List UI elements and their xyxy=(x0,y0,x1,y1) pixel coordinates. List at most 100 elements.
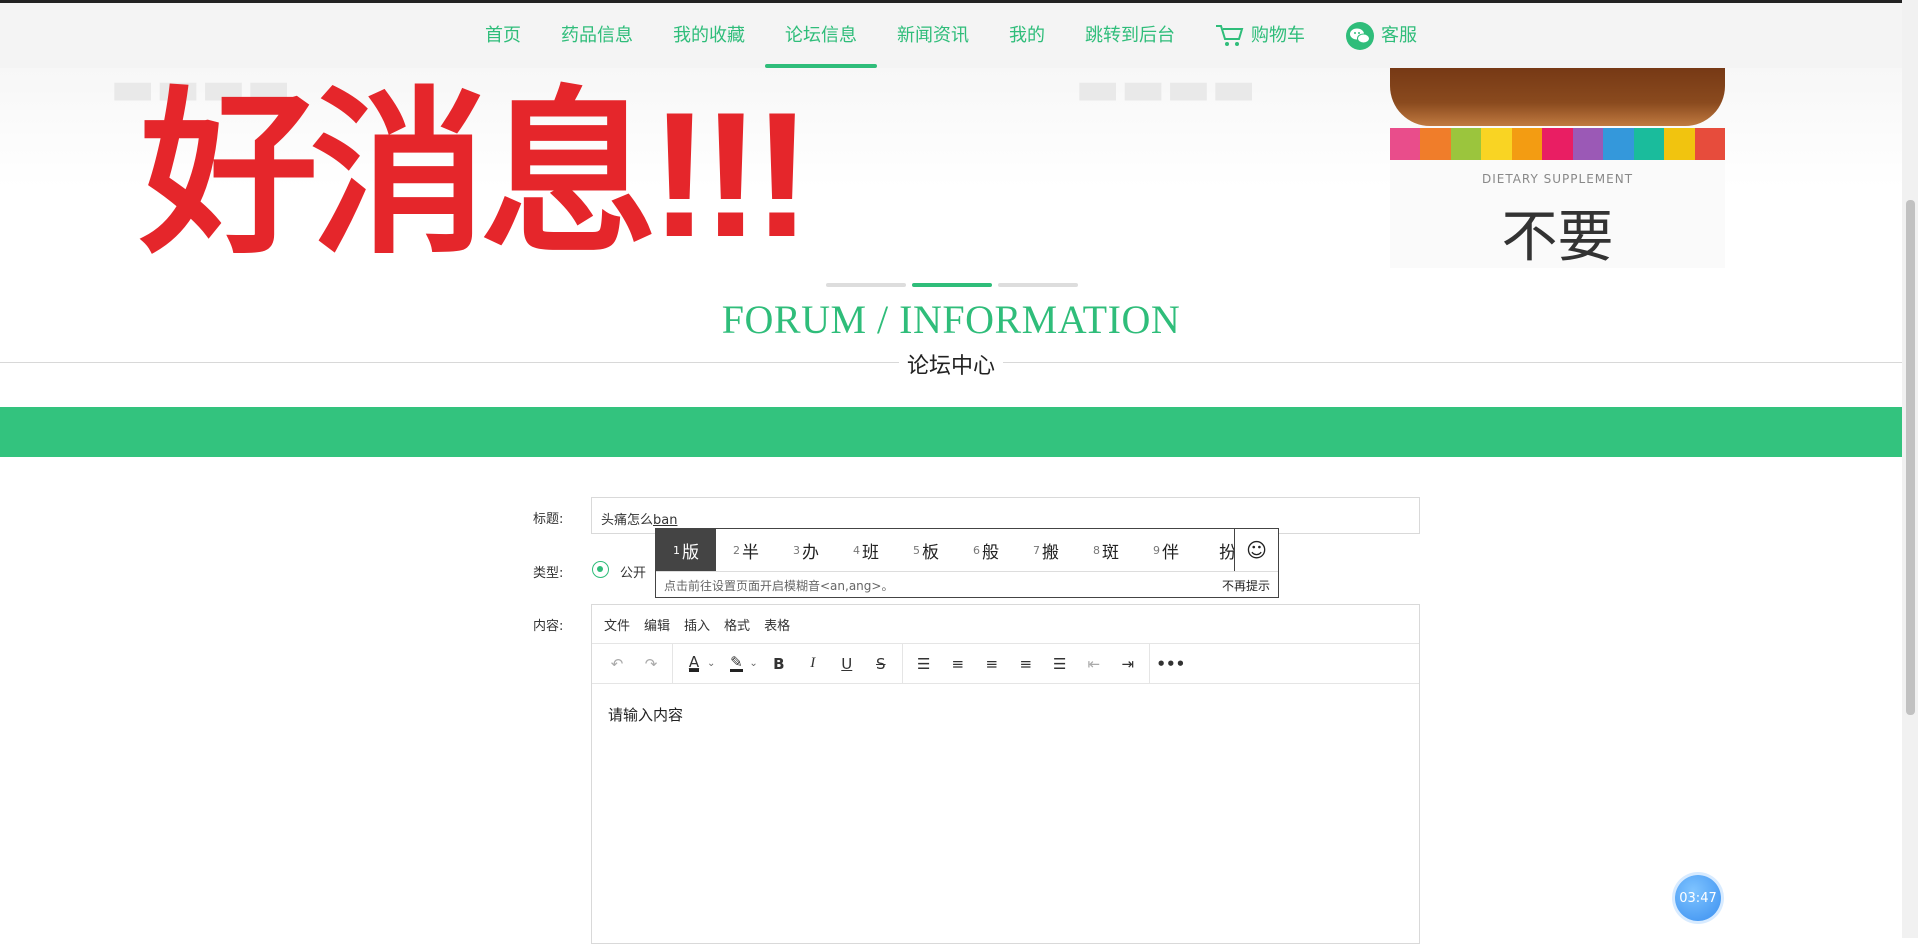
align-right-icon[interactable]: ≡ xyxy=(1009,649,1043,679)
ime-candidate[interactable]: 4班 xyxy=(836,529,896,571)
vertical-scrollbar[interactable] xyxy=(1902,0,1918,938)
nav-forum-info[interactable]: 论坛信息 xyxy=(765,3,877,68)
menu-format[interactable]: 格式 xyxy=(724,615,750,634)
toolbar-separator xyxy=(1148,644,1150,683)
italic-icon[interactable]: I xyxy=(796,649,830,679)
carousel-dot-active[interactable] xyxy=(912,283,992,287)
title-label: 标题: xyxy=(533,512,564,527)
bottle-stripe xyxy=(1390,128,1725,160)
banner-watermark: ▬▬▬▬ xyxy=(1075,68,1257,116)
bottle-text: 不要 xyxy=(1501,205,1614,268)
ime-hint-bar: 点击前往设置页面开启模糊音<an,ang>。 不再提示 xyxy=(656,572,1278,598)
ime-candidate[interactable]: 3办 xyxy=(776,529,836,571)
line-height-icon[interactable]: ☰ xyxy=(907,649,941,679)
ime-candidate[interactable]: 1版 xyxy=(656,529,716,571)
top-navigation-bar: 首页 药品信息 我的收藏 论坛信息 新闻资讯 我的 跳转到后台 购物车 客服 xyxy=(0,0,1902,68)
banner-headline: 好消息!!! xyxy=(140,75,812,269)
editor-menubar: 文件 编辑 插入 格式 表格 xyxy=(592,605,1419,644)
menu-edit[interactable]: 编辑 xyxy=(644,615,670,634)
ime-candidate-text: 般 xyxy=(982,542,999,563)
ime-hint-text[interactable]: 点击前往设置页面开启模糊音<an,ang>。 xyxy=(664,577,893,594)
toolbar-separator xyxy=(672,644,673,683)
ime-candidate-num: 2 xyxy=(733,543,740,557)
title-composing-text: ban xyxy=(653,513,678,528)
ime-candidate-num: 6 xyxy=(973,543,980,557)
ime-candidate-text: 班 xyxy=(862,542,879,563)
wechat-icon xyxy=(1346,21,1374,50)
content-label: 内容: xyxy=(533,619,564,634)
ime-candidate[interactable]: 扮 xyxy=(1196,529,1236,571)
align-justify-icon[interactable]: ☰ xyxy=(1043,649,1077,679)
ime-candidate-row: 1版 2半 3办 4班 5板 6般 7搬 8斑 9伴 扮 ☺ xyxy=(656,529,1278,572)
chevron-down-icon[interactable]: ⌄ xyxy=(707,658,715,669)
ime-candidate-num: 7 xyxy=(1033,543,1040,557)
strikethrough-icon[interactable]: S xyxy=(864,649,898,679)
ime-candidate-text: 半 xyxy=(742,542,759,563)
toolbar-separator xyxy=(901,644,903,683)
title-value: 头痛怎么 xyxy=(601,513,654,528)
main-nav: 首页 药品信息 我的收藏 论坛信息 新闻资讯 我的 跳转到后台 购物车 客服 xyxy=(0,3,1902,68)
section-title-cn: 论坛中心 xyxy=(898,354,1003,379)
nav-customer-service[interactable]: 客服 xyxy=(1325,3,1437,68)
ime-candidate-text: 板 xyxy=(922,542,939,563)
ime-candidate-text: 搬 xyxy=(1042,542,1059,563)
more-icon[interactable]: ••• xyxy=(1154,649,1188,679)
text-color-icon[interactable]: A xyxy=(677,649,711,679)
ime-candidate-num: 5 xyxy=(913,543,920,557)
type-option-label: 公开 xyxy=(620,566,647,581)
ime-candidate-popup: 1版 2半 3办 4班 5板 6般 7搬 8斑 9伴 扮 ☺ 点击前往设置页面开… xyxy=(655,528,1279,598)
nav-my-favorites[interactable]: 我的收藏 xyxy=(653,3,765,68)
ime-candidate[interactable]: 5板 xyxy=(896,529,956,571)
cart-icon xyxy=(1216,24,1244,46)
ime-candidate[interactable]: 2半 xyxy=(716,529,776,571)
cart-label: 购物车 xyxy=(1251,24,1305,46)
editor-toolbar: ↶ ↷ A ⌄ ✎ ⌄ B I U S ☰ ≡ ≡ ≡ ☰ ⇤ ⇥ ••• xyxy=(592,644,1419,684)
nav-mine[interactable]: 我的 xyxy=(989,3,1065,68)
ime-candidate-num: 1 xyxy=(673,543,680,557)
outdent-icon[interactable]: ⇤ xyxy=(1077,649,1111,679)
ime-candidate-num: 9 xyxy=(1153,543,1160,557)
promo-banner[interactable]: ▬▬▬▬ ▬▬▬▬ 好消息!!! DIETARY SUPPLEMENT 不要 xyxy=(0,68,1902,268)
nav-home[interactable]: 首页 xyxy=(465,3,541,68)
indent-icon[interactable]: ⇥ xyxy=(1111,649,1145,679)
ime-candidate[interactable]: 6般 xyxy=(956,529,1016,571)
ime-candidate-num: 4 xyxy=(853,543,860,557)
nav-drug-info[interactable]: 药品信息 xyxy=(541,3,653,68)
align-left-icon[interactable]: ≡ xyxy=(941,649,975,679)
menu-table[interactable]: 表格 xyxy=(764,615,790,634)
undo-icon[interactable]: ↶ xyxy=(600,649,634,679)
ime-candidate-text: 办 xyxy=(802,542,819,563)
nav-admin[interactable]: 跳转到后台 xyxy=(1065,3,1195,68)
ime-candidate-text: 伴 xyxy=(1162,542,1179,563)
nav-cart[interactable]: 购物车 xyxy=(1195,3,1325,68)
bottle-cap xyxy=(1390,68,1725,126)
ime-candidate[interactable]: 7搬 xyxy=(1016,529,1076,571)
highlight-color-icon[interactable]: ✎ xyxy=(719,649,753,679)
bold-icon[interactable]: B xyxy=(762,649,796,679)
floating-timer[interactable]: 03:47 xyxy=(1675,875,1721,921)
section-title-cn-wrap: 论坛中心 xyxy=(0,348,1902,380)
carousel-dot[interactable] xyxy=(998,283,1078,287)
rich-text-editor: 文件 编辑 插入 格式 表格 ↶ ↷ A ⌄ ✎ ⌄ B I U S ☰ ≡ ≡… xyxy=(591,604,1420,944)
customer-service-label: 客服 xyxy=(1381,24,1417,46)
redo-icon[interactable]: ↷ xyxy=(634,649,668,679)
bottle-subtitle: DIETARY SUPPLEMENT xyxy=(1481,172,1634,186)
nav-news[interactable]: 新闻资讯 xyxy=(877,3,989,68)
align-center-icon[interactable]: ≡ xyxy=(975,649,1009,679)
ime-candidate-num: 8 xyxy=(1093,543,1100,557)
chevron-down-icon[interactable]: ⌄ xyxy=(749,658,757,669)
editor-placeholder: 请输入内容 xyxy=(608,706,684,724)
emoji-icon[interactable]: ☺ xyxy=(1234,529,1278,571)
editor-content-area[interactable]: 请输入内容 xyxy=(592,684,1419,745)
ime-dismiss-button[interactable]: 不再提示 xyxy=(1222,577,1270,594)
ime-candidate[interactable]: 8斑 xyxy=(1076,529,1136,571)
menu-file[interactable]: 文件 xyxy=(604,615,630,634)
ime-candidate-text: 版 xyxy=(682,542,699,563)
ime-candidate[interactable]: 9伴 xyxy=(1136,529,1196,571)
timer-text: 03:47 xyxy=(1679,890,1717,906)
type-radio-public[interactable] xyxy=(592,561,609,578)
menu-insert[interactable]: 插入 xyxy=(684,615,710,634)
scrollbar-thumb[interactable] xyxy=(1906,200,1915,715)
carousel-dot[interactable] xyxy=(826,283,906,287)
underline-icon[interactable]: U xyxy=(830,649,864,679)
